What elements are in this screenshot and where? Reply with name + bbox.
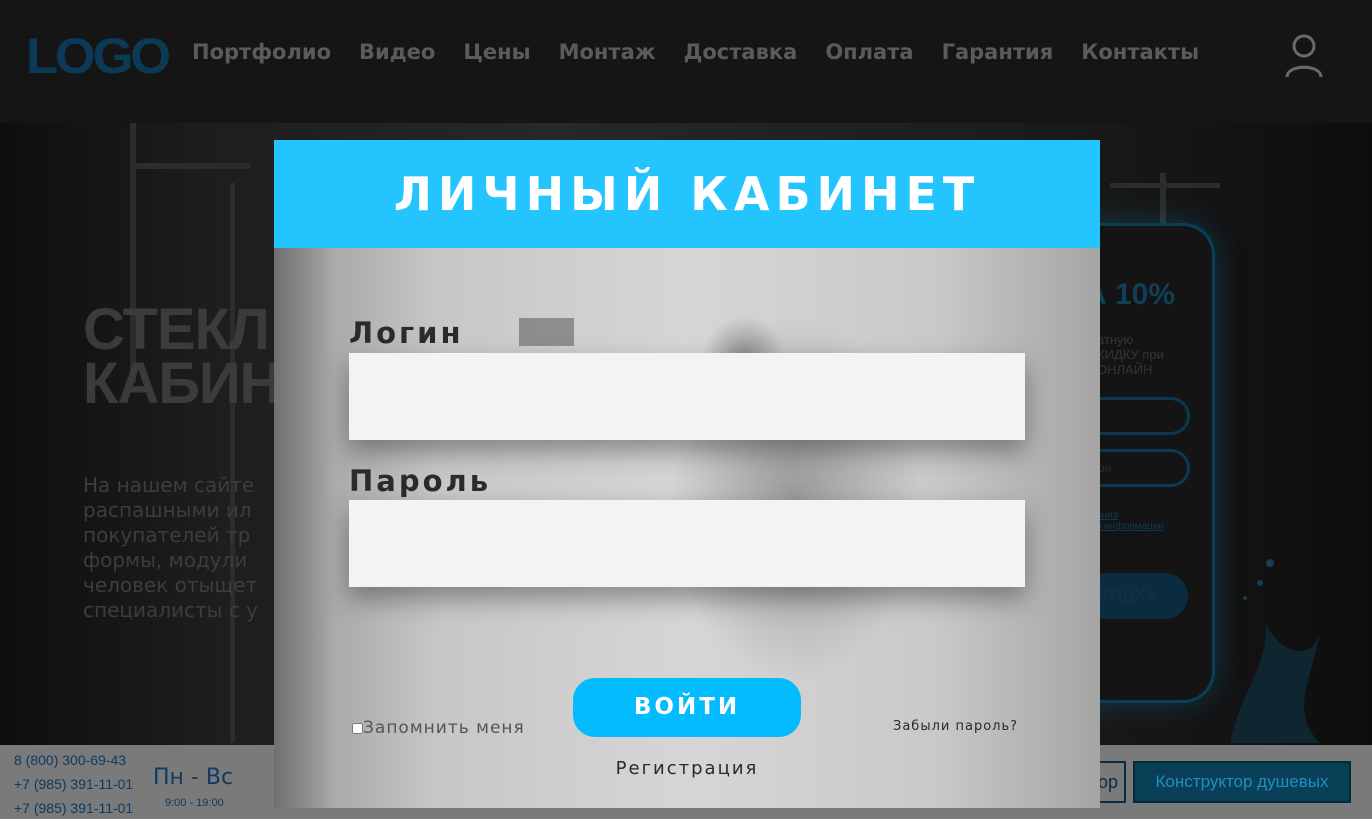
site-header: LOGO Портфолио Видео Цены Монтаж Доставк…	[0, 0, 1372, 123]
forgot-password-link[interactable]: Забыли пароль?	[893, 719, 1018, 734]
background-shade	[274, 248, 334, 808]
modal-header: ЛИЧНЫЙ КАБИНЕТ	[274, 140, 1100, 248]
nav-item-payment[interactable]: Оплата	[825, 40, 913, 64]
hero-title: СТЕКЛ КАБИН	[83, 297, 282, 416]
hero-text-line: формы, модули	[83, 548, 248, 572]
register-link[interactable]: Регистрация	[274, 758, 1100, 779]
constructor-button-label: ор	[1098, 772, 1119, 792]
phone-number[interactable]: 8 (800) 300-69-43	[14, 748, 133, 772]
nav-item-delivery[interactable]: Доставка	[684, 40, 798, 64]
hero-title-line: КАБИН	[83, 351, 282, 416]
user-icon[interactable]	[1284, 34, 1324, 78]
hero-text-line: распашными ил	[83, 498, 252, 522]
login-label: Логин	[349, 316, 464, 350]
hero-title-line: СТЕКЛ	[83, 297, 270, 362]
modal-title: ЛИЧНЫЙ КАБИНЕТ	[393, 167, 981, 221]
hero-text-line: человек отыщет	[83, 573, 258, 597]
password-label: Пароль	[349, 464, 492, 498]
water-splash-icon	[1230, 559, 1320, 743]
promo-consent-links[interactable]: ания о информации	[1096, 510, 1164, 532]
login-input[interactable]	[349, 353, 1025, 440]
working-hours: 9:00 - 19:00	[165, 797, 224, 809]
hero-text-line: покупателей тр	[83, 523, 251, 547]
login-button[interactable]: ВОЙТИ	[573, 678, 801, 737]
promo-link-line[interactable]: ания	[1096, 510, 1164, 521]
nav-item-contacts[interactable]: Контакты	[1081, 40, 1199, 64]
shower-fixture-decoration	[519, 318, 574, 346]
promo-text-line: атную	[1097, 332, 1134, 347]
nav-item-prices[interactable]: Цены	[463, 40, 530, 64]
working-days: Пн - Вс	[153, 765, 234, 790]
promo-button-label: КИДКУ	[1098, 585, 1158, 605]
main-nav: Портфолио Видео Цены Монтаж Доставка Опл…	[192, 40, 1199, 64]
remember-me-label: Запомнить меня	[363, 718, 525, 738]
hero-text-line: специалисты с у	[83, 598, 259, 622]
hero-text-line: На нашем сайте	[83, 473, 255, 497]
login-modal: ЛИЧНЫЙ КАБИНЕТ Логин Пароль Запомнить ме…	[274, 140, 1100, 808]
remember-me-checkbox[interactable]	[352, 722, 363, 734]
shower-pipe-decoration	[130, 163, 250, 169]
promo-link-line[interactable]: о информации	[1096, 521, 1164, 532]
phone-list: 8 (800) 300-69-43 +7 (985) 391-11-01 +7 …	[14, 748, 133, 819]
nav-item-video[interactable]: Видео	[359, 40, 435, 64]
shower-pipe-decoration	[1110, 183, 1220, 188]
phone-number[interactable]: +7 (985) 391-11-01	[14, 796, 133, 819]
shower-pipe-decoration	[230, 183, 235, 743]
phone-number[interactable]: +7 (985) 391-11-01	[14, 772, 133, 796]
logo[interactable]: LOGO	[26, 26, 171, 86]
hero-description: На нашем сайте распашными ил покупателей…	[83, 473, 283, 623]
promo-text-line: КИДКУ при	[1097, 347, 1164, 362]
password-input[interactable]	[349, 500, 1025, 587]
shower-constructor-button[interactable]: Конструктор душевых	[1133, 761, 1351, 803]
promo-text: атную КИДКУ при ОНЛАЙН	[1097, 332, 1164, 377]
constructor-button[interactable]: ор	[1098, 761, 1126, 803]
nav-item-portfolio[interactable]: Портфолио	[192, 40, 331, 64]
remember-me[interactable]: Запомнить меня	[352, 718, 525, 738]
promo-text-line: ОНЛАЙН	[1097, 362, 1153, 377]
modal-body: Логин Пароль Запомнить меня Забыли парол…	[274, 248, 1100, 808]
nav-item-warranty[interactable]: Гарантия	[942, 40, 1054, 64]
login-button-label: ВОЙТИ	[633, 694, 741, 720]
shower-constructor-label: Конструктор душевых	[1155, 772, 1329, 791]
nav-item-installation[interactable]: Монтаж	[559, 40, 656, 64]
